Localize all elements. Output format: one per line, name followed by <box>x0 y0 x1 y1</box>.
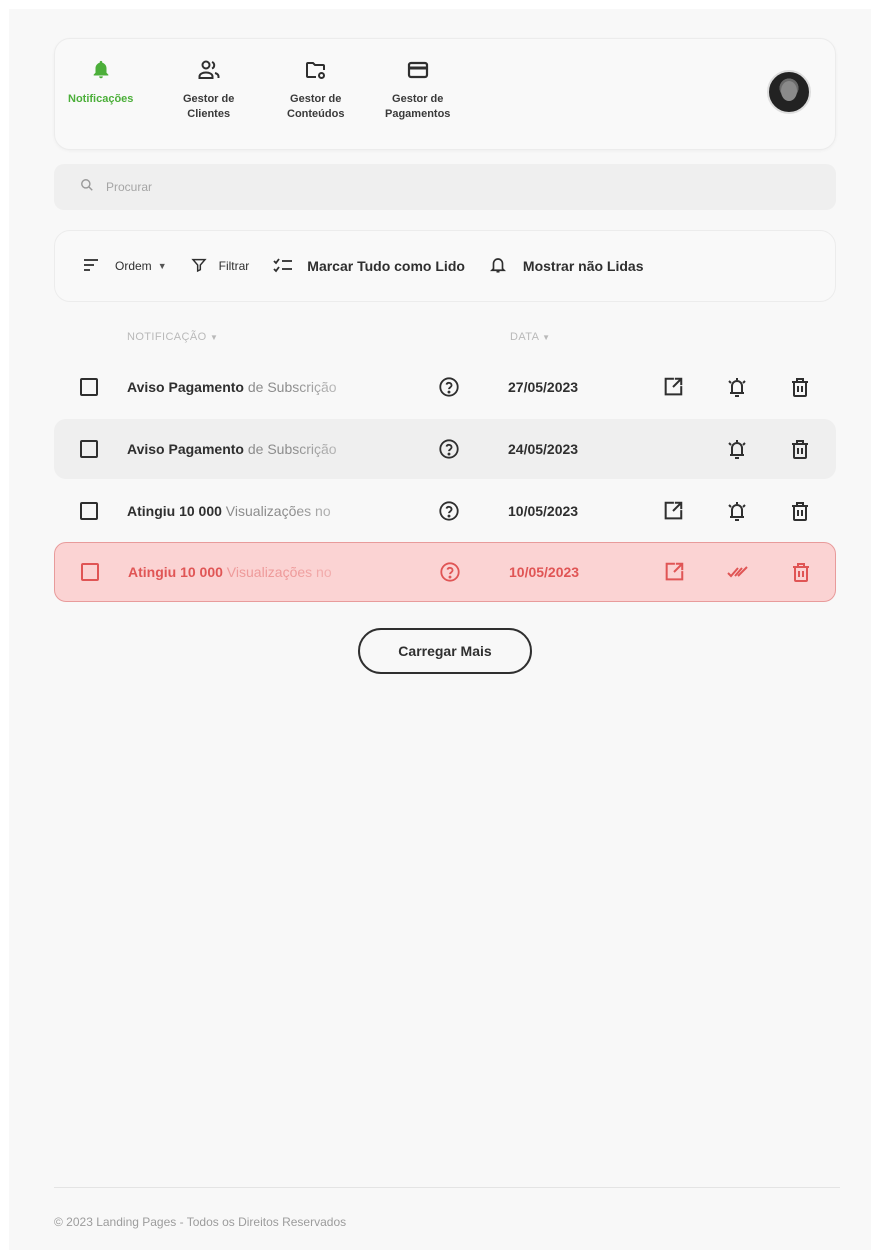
mark-all-read-button[interactable]: Marcar Tudo como Lido <box>273 257 465 276</box>
help-icon[interactable] <box>438 438 460 460</box>
notification-date: 27/05/2023 <box>508 379 579 395</box>
table-header: NOTIFICAÇÃO ▼ DATA ▼ <box>9 331 871 351</box>
trash-icon[interactable] <box>788 375 812 399</box>
nav-label: Gestor de Conteúdos <box>287 93 345 120</box>
row-checkbox[interactable] <box>80 378 98 396</box>
caret-down-icon: ▼ <box>542 333 551 342</box>
notification-title: Atingiu 10 000 Visualizações no <box>128 564 332 580</box>
double-check-icon[interactable] <box>726 560 750 584</box>
trash-icon[interactable] <box>789 560 813 584</box>
nav-item-gestor-pagamentos[interactable]: Gestor de Pagamentos <box>385 57 450 122</box>
notification-title: Atingiu 10 000 Visualizações no <box>127 503 331 519</box>
trash-icon[interactable] <box>788 437 812 461</box>
table-row[interactable]: Aviso Pagamento de Subscrição 24/05/2023 <box>54 419 836 479</box>
top-navigation: Notificações Gestor de Clientes Gestor d… <box>54 38 836 150</box>
checklist-icon <box>273 257 293 276</box>
nav-item-gestor-clientes[interactable]: Gestor de Clientes <box>183 57 234 122</box>
open-external-icon[interactable] <box>661 499 685 523</box>
row-checkbox[interactable] <box>80 440 98 458</box>
column-header-notification[interactable]: NOTIFICAÇÃO ▼ <box>127 331 218 343</box>
bell-outline-icon <box>489 256 507 277</box>
notification-date: 10/05/2023 <box>508 503 579 519</box>
users-icon <box>196 57 222 83</box>
bell-icon <box>88 57 114 83</box>
folder-settings-icon <box>303 57 329 83</box>
toolbar: Ordem ▼ Filtrar Marcar Tudo como Lido Mo… <box>54 230 836 302</box>
filter-label: Filtrar <box>218 259 250 273</box>
caret-down-icon: ▼ <box>157 261 167 271</box>
row-checkbox[interactable] <box>81 563 99 581</box>
table-row[interactable]: Aviso Pagamento de Subscrição 27/05/2023 <box>54 357 836 417</box>
help-icon[interactable] <box>439 561 461 583</box>
alarm-bell-icon[interactable] <box>725 437 749 461</box>
notification-date: 24/05/2023 <box>508 441 579 457</box>
help-icon[interactable] <box>438 500 460 522</box>
show-unread-label: Mostrar não Lidas <box>522 258 644 274</box>
nav-label: Gestor de Pagamentos <box>385 93 451 120</box>
sort-icon <box>83 258 99 275</box>
load-more-button[interactable]: Carregar Mais <box>358 628 532 674</box>
caret-down-icon: ▼ <box>210 333 219 342</box>
filter-button[interactable]: Filtrar <box>190 257 250 276</box>
search-input[interactable] <box>106 180 706 194</box>
search-bar <box>54 164 836 210</box>
nav-label: Notificações <box>68 93 134 105</box>
column-header-label: DATA <box>510 331 539 343</box>
column-header-label: NOTIFICAÇÃO <box>127 331 207 343</box>
mark-all-label: Marcar Tudo como Lido <box>307 258 465 274</box>
alarm-bell-icon[interactable] <box>725 499 749 523</box>
table-row[interactable]: Atingiu 10 000 Visualizações no 10/05/20… <box>54 481 836 541</box>
row-checkbox[interactable] <box>80 502 98 520</box>
order-label: Ordem <box>115 259 152 273</box>
nav-item-gestor-conteudos[interactable]: Gestor de Conteúdos <box>287 57 344 122</box>
filter-icon <box>190 257 207 276</box>
footer-divider <box>54 1187 840 1188</box>
nav-item-notificacoes[interactable]: Notificações <box>68 57 133 107</box>
help-icon[interactable] <box>438 376 460 398</box>
notification-title: Aviso Pagamento de Subscrição <box>127 379 337 395</box>
open-external-icon[interactable] <box>661 375 685 399</box>
table-row[interactable]: Atingiu 10 000 Visualizações no 10/05/20… <box>54 542 836 602</box>
footer-text: © 2023 Landing Pages - Todos os Direitos… <box>54 1215 347 1229</box>
order-dropdown[interactable]: Ordem ▼ <box>83 258 167 275</box>
notification-title: Aviso Pagamento de Subscrição <box>127 441 337 457</box>
notification-date: 10/05/2023 <box>509 564 580 580</box>
show-unread-button[interactable]: Mostrar não Lidas <box>489 256 644 277</box>
alarm-bell-icon[interactable] <box>725 375 749 399</box>
nav-label: Gestor de Clientes <box>183 93 235 120</box>
open-external-icon[interactable] <box>662 560 686 584</box>
trash-icon[interactable] <box>788 499 812 523</box>
credit-card-icon <box>405 57 431 83</box>
avatar[interactable] <box>767 70 811 114</box>
page: Notificações Gestor de Clientes Gestor d… <box>9 9 871 1250</box>
search-icon <box>80 178 94 197</box>
column-header-date[interactable]: DATA ▼ <box>510 331 551 343</box>
